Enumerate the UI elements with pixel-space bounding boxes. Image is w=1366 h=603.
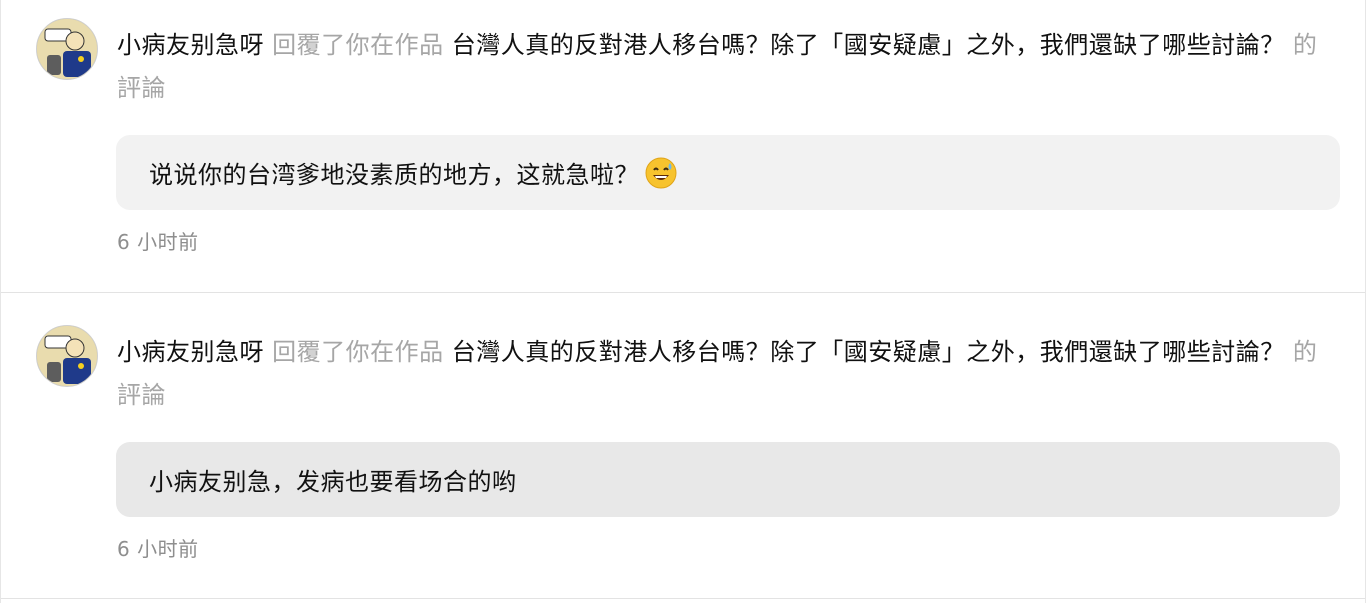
notification-feed: 小病友别急呀 回覆了你在作品 台灣人真的反對港人移台嗎？除了「國安疑慮」之外，我… [0, 0, 1366, 603]
timestamp: 6 小时前 [117, 537, 199, 561]
notification-header: 小病友别急呀 回覆了你在作品 台灣人真的反對港人移台嗎？除了「國安疑慮」之外，我… [117, 331, 1337, 417]
notification-item[interactable]: 小病友别急呀 回覆了你在作品 台灣人真的反對港人移台嗎？除了「國安疑慮」之外，我… [1, 0, 1365, 293]
notification-header: 小病友别急呀 回覆了你在作品 台灣人真的反對港人移台嗎？除了「國安疑慮」之外，我… [117, 24, 1337, 110]
comment-text: 说说你的台湾爹地没素质的地方，这就急啦？ [149, 161, 639, 189]
avatar-illustration-icon [37, 326, 97, 386]
user-avatar[interactable] [36, 325, 98, 387]
grinning-face-with-sweat-icon [645, 157, 677, 189]
work-title-link[interactable]: 台灣人真的反對港人移台嗎？除了「國安疑慮」之外，我們還缺了哪些討論？ [452, 31, 1285, 59]
avatar-illustration-icon [37, 19, 97, 79]
notification-item[interactable]: 小病友别急呀 回覆了你在作品 台灣人真的反對港人移台嗎？除了「國安疑慮」之外，我… [1, 293, 1365, 599]
work-title-link[interactable]: 台灣人真的反對港人移台嗎？除了「國安疑慮」之外，我們還缺了哪些討論？ [452, 338, 1285, 366]
user-avatar[interactable] [36, 18, 98, 80]
action-text: 回覆了你在作品 [272, 31, 444, 59]
username-link[interactable]: 小病友别急呀 [117, 338, 264, 366]
username-link[interactable]: 小病友别急呀 [117, 31, 264, 59]
comment-bubble[interactable]: 小病友别急，发病也要看场合的哟 [116, 442, 1340, 517]
comment-bubble[interactable]: 说说你的台湾爹地没素质的地方，这就急啦？ [116, 135, 1340, 210]
action-text: 回覆了你在作品 [272, 338, 444, 366]
comment-text: 小病友别急，发病也要看场合的哟 [149, 468, 517, 496]
timestamp: 6 小时前 [117, 230, 199, 254]
